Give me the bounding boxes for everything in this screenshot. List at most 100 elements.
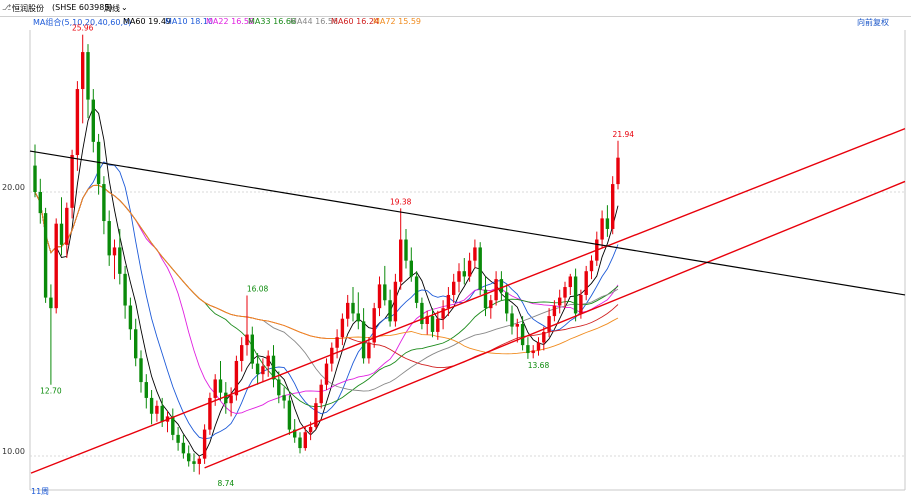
candle-body <box>489 300 493 309</box>
candle-body <box>579 294 583 314</box>
candle-body <box>499 279 504 293</box>
candle-body <box>563 287 567 298</box>
candle-body <box>446 294 451 309</box>
candle-body <box>346 302 350 319</box>
candle-body <box>123 273 127 306</box>
candle-body <box>224 392 228 404</box>
candle-body <box>388 300 392 322</box>
price-annotation-3: 8.74 <box>217 479 234 488</box>
candle-body <box>367 342 371 359</box>
candle-body <box>308 426 313 433</box>
candle-body <box>202 429 207 459</box>
candle-body <box>319 384 323 404</box>
price-annotation-0: 25.96 <box>72 24 94 33</box>
candle-body <box>584 271 588 295</box>
candle-body <box>171 416 175 435</box>
candle-body <box>59 223 64 245</box>
candle-body <box>192 461 196 464</box>
candle-body <box>277 379 281 396</box>
candle-body <box>234 360 239 396</box>
resistance-trendline <box>29 150 906 296</box>
candle-body <box>356 313 360 322</box>
price-annotation-1: 12.70 <box>40 387 62 396</box>
candle-body <box>271 355 276 380</box>
candle-body <box>303 432 307 449</box>
candle-body <box>377 284 382 309</box>
candle-body <box>605 218 610 229</box>
candle-body <box>250 334 254 364</box>
candle-body <box>91 99 95 142</box>
ma-line-72 <box>34 184 619 355</box>
y-tick-label-1: 10.00 <box>2 447 25 456</box>
candle-body <box>462 271 466 277</box>
candle-body <box>187 453 191 462</box>
moving-average-lines <box>34 106 619 457</box>
candle-body <box>414 276 419 303</box>
candle-body <box>149 397 154 414</box>
support-trendline-lower <box>30 127 906 474</box>
candle-body <box>409 260 413 277</box>
candle-body <box>399 239 403 282</box>
candle-body <box>245 334 249 346</box>
candle-body <box>552 305 557 317</box>
candle-body <box>483 289 488 309</box>
candle-body <box>531 350 535 354</box>
candle-body <box>430 316 435 332</box>
ma-line-5 <box>34 106 619 457</box>
candle-body <box>542 331 546 343</box>
candle-body <box>197 458 201 464</box>
candle-body <box>611 184 615 229</box>
candle-body <box>261 366 265 375</box>
candle-body <box>229 395 233 404</box>
price-labels: 25.96 12.70 16.08 8.74 19.38 13.68 21.94 <box>40 24 634 488</box>
candle-body <box>38 192 42 214</box>
candle-body <box>155 405 159 414</box>
candle-body <box>70 155 74 208</box>
candle-body <box>43 213 48 298</box>
candle-body <box>128 305 133 330</box>
candle-body <box>54 223 58 309</box>
price-annotation-2: 16.08 <box>247 284 269 293</box>
candle-body <box>213 379 217 398</box>
candle-body <box>526 345 530 354</box>
candle-body <box>144 382 148 398</box>
candle-body <box>282 395 286 401</box>
candle-body <box>266 355 270 367</box>
candle-body <box>102 184 106 222</box>
candle-body <box>589 260 594 272</box>
candle-body <box>134 329 138 359</box>
candle-body <box>351 302 355 314</box>
candle-body <box>478 247 482 290</box>
candle-body <box>467 260 472 277</box>
candle-body <box>176 434 180 443</box>
candle-body <box>515 324 519 327</box>
candle-body <box>75 89 80 156</box>
candle-body <box>160 405 164 422</box>
candle-body <box>505 292 509 314</box>
price-annotation-5: 13.68 <box>528 361 550 370</box>
candle-body <box>600 218 604 240</box>
candle-body <box>255 363 260 375</box>
candle-body <box>340 318 345 338</box>
candle-body <box>33 165 37 192</box>
price-annotation-6: 21.94 <box>613 130 635 139</box>
candle-body <box>393 281 398 322</box>
candle-body <box>452 281 456 295</box>
candle-body <box>298 437 302 449</box>
candle-body <box>473 247 477 261</box>
candle-body <box>520 324 525 346</box>
candle-body <box>573 276 578 314</box>
candles <box>33 34 620 475</box>
candle-body <box>65 207 69 245</box>
candle-body <box>457 271 461 282</box>
candle-body <box>240 345 244 361</box>
candle-body <box>218 379 223 393</box>
candle-body <box>361 321 366 359</box>
candle-body <box>536 342 541 351</box>
candlestick-chart[interactable]: 20.00 10.00 25.96 12.70 16.08 8.74 19.38 13.68… <box>0 0 911 500</box>
candle-body <box>324 363 329 385</box>
candle-body <box>112 247 117 256</box>
candle-body <box>436 318 440 332</box>
trend-lines <box>29 127 906 474</box>
candle-body <box>547 316 551 332</box>
